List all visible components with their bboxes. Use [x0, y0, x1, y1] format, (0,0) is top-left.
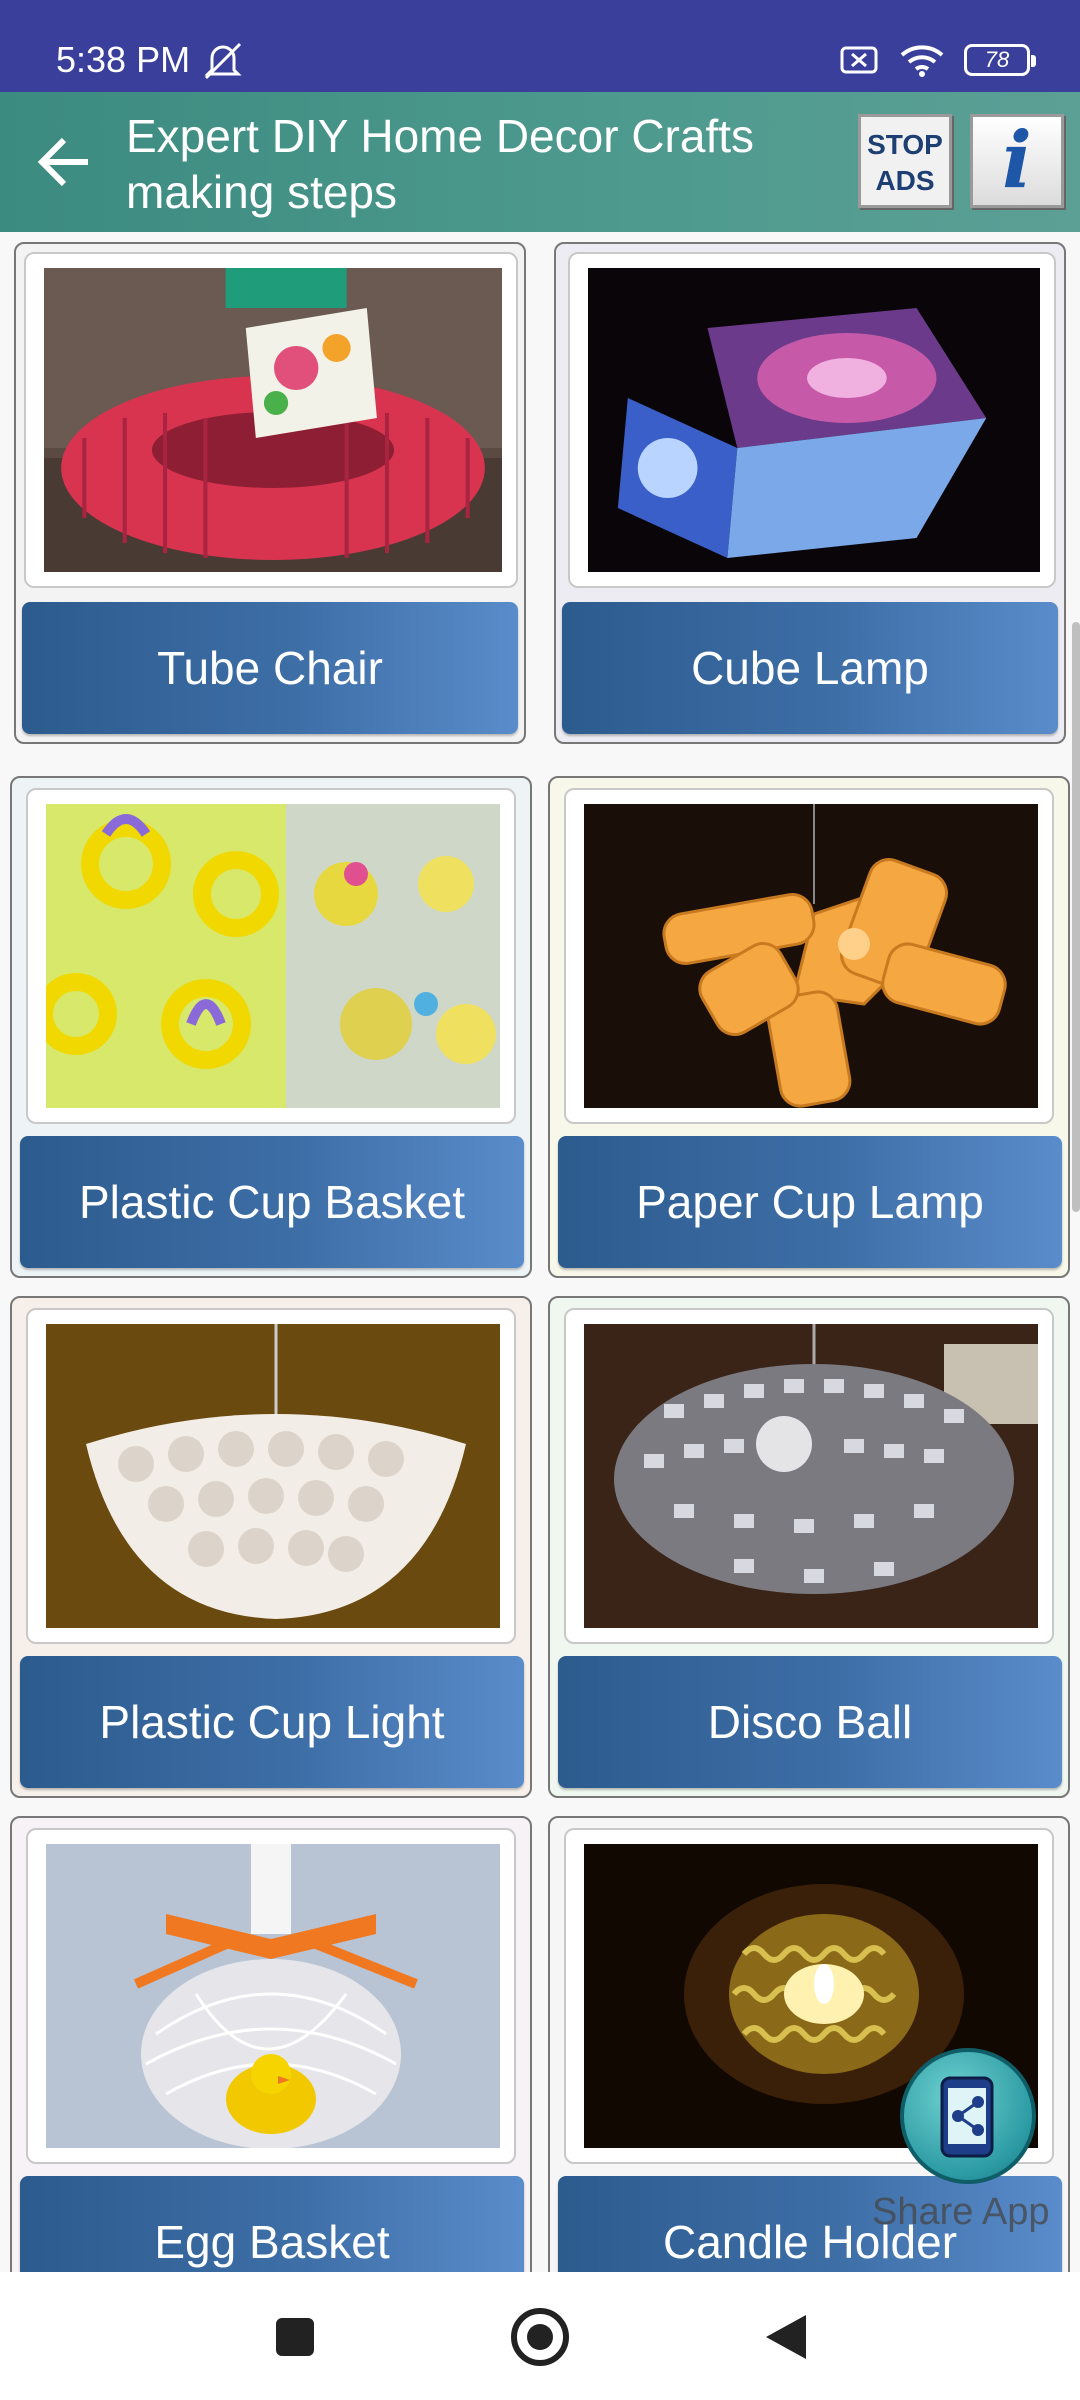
image-frame: [26, 1308, 516, 1644]
stop-ads-button[interactable]: STOP ADS: [858, 114, 952, 208]
plastic-cup-basket-image: [46, 804, 500, 1108]
wifi-icon: [900, 45, 944, 77]
card-plastic-cup-light[interactable]: Plastic Cup Light: [10, 1296, 532, 1798]
status-icons: 78: [840, 40, 1036, 80]
status-time: 5:38 PM: [56, 39, 191, 80]
plastic-cup-basket-button[interactable]: Plastic Cup Basket: [20, 1136, 524, 1268]
app-bar: Expert DIY Home Decor Crafts making step…: [0, 92, 1080, 232]
back-button[interactable]: [28, 128, 100, 196]
tube-chair-button[interactable]: Tube Chair: [22, 602, 518, 734]
share-phone-icon: [940, 2076, 994, 2158]
info-button[interactable]: i: [970, 114, 1064, 208]
image-frame: [564, 788, 1054, 1124]
egg-basket-button[interactable]: Egg Basket: [20, 2176, 524, 2272]
cube-lamp-button[interactable]: Cube Lamp: [562, 602, 1058, 734]
tube-chair-image: [44, 268, 502, 572]
image-frame: [26, 788, 516, 1124]
paper-cup-lamp-image: [584, 804, 1038, 1108]
screen: 5:38 PM 78 Expert DIY Home Decor Crafts …: [0, 0, 1080, 2400]
battery-icon: 78: [964, 44, 1036, 76]
home-circle-icon: [511, 2308, 569, 2366]
app-title: Expert DIY Home Decor Crafts making step…: [126, 110, 755, 218]
back-nav-button[interactable]: [750, 2302, 820, 2372]
card-cube-lamp[interactable]: Cube Lamp: [554, 242, 1066, 744]
square-icon: [276, 2318, 314, 2356]
plastic-cup-light-button[interactable]: Plastic Cup Light: [20, 1656, 524, 1788]
sim-disabled-icon: [840, 46, 878, 74]
paper-cup-lamp-button[interactable]: Paper Cup Lamp: [558, 1136, 1062, 1268]
disco-ball-image: [584, 1324, 1038, 1628]
card-disco-ball[interactable]: Disco Ball: [548, 1296, 1070, 1798]
card-plastic-cup-basket[interactable]: Plastic Cup Basket: [10, 776, 532, 1278]
recents-button[interactable]: [260, 2302, 330, 2372]
arrow-back-icon: [37, 137, 88, 187]
image-frame: [24, 252, 518, 588]
status-bar: 5:38 PM 78: [0, 0, 1080, 92]
disco-ball-button[interactable]: Disco Ball: [558, 1656, 1062, 1788]
egg-basket-image: [46, 1844, 500, 2148]
info-icon: i: [1002, 115, 1032, 206]
scrollbar[interactable]: [1072, 622, 1080, 1212]
share-app-button[interactable]: [900, 2048, 1036, 2184]
home-button[interactable]: [505, 2302, 575, 2372]
image-frame: [568, 252, 1056, 588]
card-egg-basket[interactable]: Egg Basket: [10, 1816, 532, 2272]
share-app-label[interactable]: Share App: [872, 2190, 1049, 2234]
cube-lamp-image: [588, 268, 1040, 572]
image-frame: [564, 1308, 1054, 1644]
plastic-cup-light-image: [46, 1324, 500, 1628]
triangle-back-icon: [766, 2315, 806, 2359]
card-tube-chair[interactable]: Tube Chair: [14, 242, 526, 744]
image-frame: [26, 1828, 516, 2164]
system-nav-bar: [0, 2272, 1080, 2400]
card-paper-cup-lamp[interactable]: Paper Cup Lamp: [548, 776, 1070, 1278]
crafts-grid: Tube Chair Cube Lamp Plastic Cup Basket …: [0, 232, 1080, 2272]
bell-muted-icon: [204, 42, 242, 80]
